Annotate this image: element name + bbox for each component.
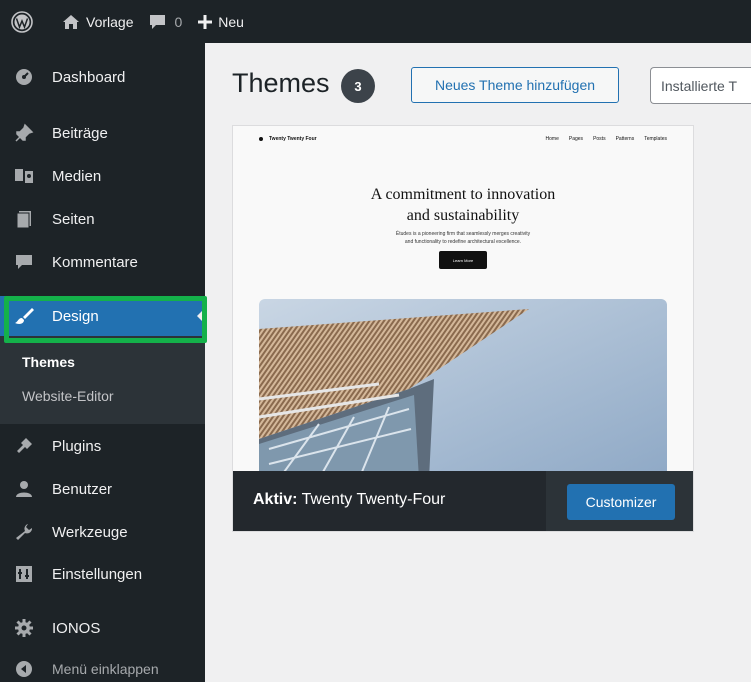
admin-sidebar: Dashboard Beiträge Medien Seiten Komment…: [0, 43, 205, 682]
preview-cta-button: Learn More: [439, 251, 487, 269]
theme-footer: Aktiv: Twenty Twenty-Four Customizer: [233, 471, 693, 531]
active-label: Aktiv:: [253, 491, 298, 508]
collapse-menu-button[interactable]: Menü einklappen: [0, 649, 205, 682]
new-content-button[interactable]: Neu: [190, 0, 252, 43]
comments-count: 0: [174, 13, 183, 30]
collapse-icon: [6, 660, 42, 678]
themes-highlight-box: [4, 296, 207, 343]
admin-bar: Vorlage 0 Neu: [0, 0, 751, 43]
home-icon: [63, 14, 79, 29]
comments-link[interactable]: 0: [141, 0, 190, 43]
sidebar-item-kommentare[interactable]: Kommentare: [0, 242, 205, 282]
wordpress-logo-icon: [11, 10, 33, 33]
preview-nav-links: Home Pages Posts Patterns Templates: [546, 136, 667, 142]
sidebar-item-label: Medien: [52, 167, 102, 185]
page-icon: [6, 209, 42, 229]
sidebar-item-dashboard[interactable]: Dashboard: [0, 57, 205, 97]
theme-card[interactable]: Twenty Twenty Four Home Pages Posts Patt…: [232, 125, 694, 532]
dashboard-icon: [6, 67, 42, 87]
preview-architecture-photo: [259, 299, 667, 472]
new-label: Neu: [218, 13, 244, 30]
sidebar-item-seiten[interactable]: Seiten: [0, 199, 205, 239]
design-submenu: Themes Website-Editor: [0, 336, 205, 424]
sidebar-item-benutzer[interactable]: Benutzer: [0, 469, 205, 509]
plus-icon: [198, 14, 213, 29]
submenu-item-website-editor[interactable]: Website-Editor: [22, 388, 114, 404]
media-icon: [6, 166, 42, 186]
sidebar-item-label: IONOS: [52, 619, 101, 637]
preview-nav-link: Pages: [568, 136, 584, 142]
theme-screenshot[interactable]: Twenty Twenty Four Home Pages Posts Patt…: [233, 126, 693, 472]
sidebar-item-label: Seiten: [52, 210, 95, 228]
preview-heading-line: and sustainability: [406, 207, 520, 224]
comment-icon: [150, 14, 166, 29]
preview-nav-link: Home: [545, 136, 559, 142]
gear-icon: [6, 618, 42, 638]
sidebar-item-label: Beiträge: [52, 124, 108, 142]
customize-button[interactable]: Customizer: [567, 484, 675, 520]
preview-nav-link: Templates: [644, 136, 667, 142]
wordpress-logo-button[interactable]: [0, 0, 44, 43]
theme-name-text: Twenty Twenty-Four: [301, 491, 446, 508]
sidebar-item-werkzeuge[interactable]: Werkzeuge: [0, 512, 205, 552]
comment-icon: [6, 252, 42, 272]
sidebar-item-label: Einstellungen: [52, 565, 143, 583]
preview-subtext-line: Études is a pioneering firm that seamles…: [395, 231, 531, 237]
sidebar-item-label: Benutzer: [52, 480, 113, 498]
theme-count-badge: 3: [341, 69, 375, 103]
sidebar-item-label: Plugins: [52, 437, 102, 455]
site-home-link[interactable]: Vorlage: [54, 0, 141, 43]
sidebar-item-label: Dashboard: [52, 68, 126, 86]
preview-logo-icon: [259, 137, 263, 141]
settings-icon: [6, 564, 42, 584]
preview-heading-line: A commitment to innovation: [370, 186, 556, 203]
preview-subtext: Études is a pioneering firm that seamles…: [343, 230, 583, 246]
sidebar-item-ionos[interactable]: IONOS: [0, 608, 205, 648]
site-name: Vorlage: [86, 13, 134, 30]
collapse-menu-label: Menü einklappen: [52, 661, 159, 677]
preview-site-title: Twenty Twenty Four: [269, 136, 317, 142]
sidebar-item-label: Kommentare: [52, 253, 138, 271]
active-theme-name: Aktiv: Twenty Twenty-Four: [253, 491, 445, 509]
pin-icon: [6, 123, 42, 143]
sidebar-item-medien[interactable]: Medien: [0, 156, 205, 196]
preview-nav-link: Patterns: [615, 136, 635, 142]
preview-heading: A commitment to innovation and sustainab…: [233, 184, 693, 226]
sidebar-item-beitraege[interactable]: Beiträge: [0, 113, 205, 153]
user-icon: [6, 479, 42, 499]
plugin-icon: [6, 436, 42, 456]
theme-search-input[interactable]: [650, 67, 751, 104]
preview-subtext-line: and functionality to redefine architectu…: [404, 239, 522, 245]
add-new-theme-button[interactable]: Neues Theme hinzufügen: [411, 67, 619, 103]
sidebar-item-einstellungen[interactable]: Einstellungen: [0, 554, 205, 594]
preview-nav-link: Posts: [593, 136, 606, 142]
sidebar-item-label: Werkzeuge: [52, 523, 128, 541]
page-title: Themes: [232, 68, 330, 98]
sidebar-item-plugins[interactable]: Plugins: [0, 426, 205, 466]
submenu-item-themes[interactable]: Themes: [22, 354, 75, 370]
wrench-icon: [6, 522, 42, 542]
